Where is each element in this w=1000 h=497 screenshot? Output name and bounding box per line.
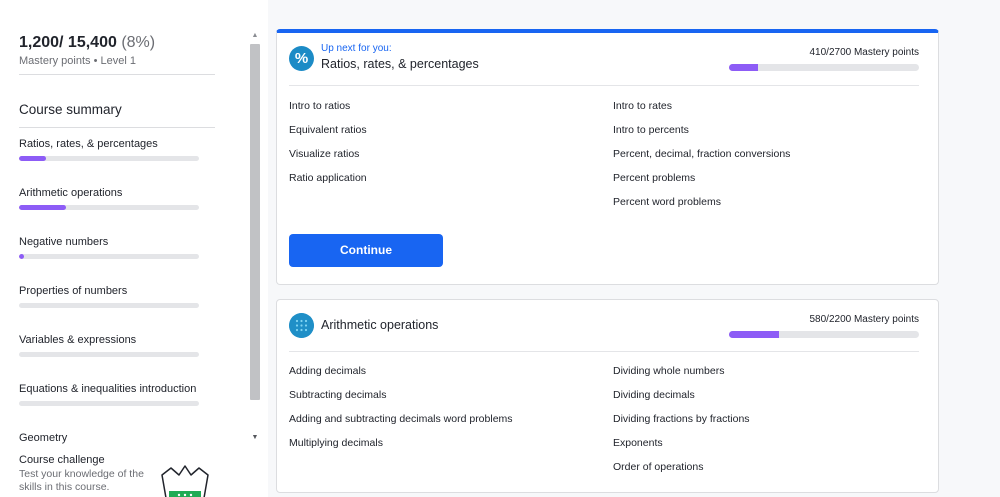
unit-card-arithmetic: Arithmetic operations 580/2200 Mastery p… bbox=[276, 299, 939, 493]
course-challenge[interactable]: Course challenge Test your knowledge of … bbox=[0, 446, 248, 497]
course-sidebar: 1,200/ 15,400 (8%) Mastery points • Leve… bbox=[0, 0, 268, 497]
sidebar-unit-progress-fill bbox=[19, 156, 46, 161]
continue-button[interactable]: Continue bbox=[289, 234, 443, 267]
lesson-list-left: Adding decimals Subtracting decimals Addin… bbox=[289, 365, 609, 461]
percent-icon: % bbox=[289, 46, 314, 71]
lesson-link[interactable]: Intro to rates bbox=[613, 100, 933, 124]
scroll-down-arrow-icon[interactable]: ▼ bbox=[251, 434, 259, 442]
sidebar-unit-item[interactable]: Properties of numbers bbox=[19, 285, 199, 334]
scrollbar-thumb[interactable] bbox=[250, 44, 260, 400]
course-summary-title[interactable]: Course summary bbox=[19, 102, 122, 117]
sidebar-unit-label: Geometry bbox=[19, 432, 68, 444]
sidebar-unit-label: Equations & inequalities introduction bbox=[19, 383, 197, 395]
mastery-points: 1,200/ 15,400 (8%) bbox=[19, 34, 215, 52]
sidebar-unit-label: Variables & expressions bbox=[19, 334, 137, 346]
lesson-link[interactable]: Intro to percents bbox=[613, 124, 933, 148]
lesson-link[interactable]: Ratio application bbox=[289, 172, 609, 196]
lesson-link[interactable]: Adding and subtracting decimals word pro… bbox=[289, 413, 609, 437]
lesson-link[interactable]: Equivalent ratios bbox=[289, 124, 609, 148]
mastery-points-label: 580/2200 Mastery points bbox=[809, 314, 919, 325]
lesson-link[interactable]: Exponents bbox=[613, 437, 933, 461]
lesson-link[interactable]: Dividing decimals bbox=[613, 389, 933, 413]
lesson-link[interactable]: Percent, decimal, fraction conversions bbox=[613, 148, 933, 172]
sidebar-unit-progress-fill bbox=[19, 205, 66, 210]
sidebar-unit-label: Arithmetic operations bbox=[19, 187, 123, 199]
crown-icon bbox=[161, 465, 209, 497]
lesson-list-left: Intro to ratios Equivalent ratios Visualiz… bbox=[289, 100, 609, 196]
sidebar-unit-item[interactable]: Ratios, rates, & percentages bbox=[19, 138, 199, 187]
sidebar-unit-progress-bar bbox=[19, 352, 199, 357]
unit-list: Ratios, rates, & percentages Arithmetic o… bbox=[19, 138, 199, 446]
arithmetic-icon bbox=[289, 313, 314, 338]
lesson-link[interactable]: Visualize ratios bbox=[289, 148, 609, 172]
unit-progress-bar bbox=[729, 64, 919, 71]
scroll-up-arrow-icon[interactable]: ▲ bbox=[251, 32, 259, 40]
sidebar-unit-progress-bar bbox=[19, 205, 199, 210]
divider bbox=[289, 351, 919, 352]
divider bbox=[19, 127, 215, 128]
lesson-link[interactable]: Dividing whole numbers bbox=[613, 365, 933, 389]
lesson-link[interactable]: Percent word problems bbox=[613, 196, 933, 220]
lesson-list-right: Dividing whole numbers Dividing decimals D… bbox=[613, 365, 933, 485]
unit-progress-fill bbox=[729, 64, 758, 71]
lesson-link[interactable]: Dividing fractions by fractions bbox=[613, 413, 933, 437]
lesson-link[interactable]: Multiplying decimals bbox=[289, 437, 609, 461]
sidebar-unit-label: Negative numbers bbox=[19, 236, 109, 248]
sidebar-unit-progress-bar bbox=[19, 254, 199, 259]
mastery-summary: 1,200/ 15,400 (8%) Mastery points • Leve… bbox=[19, 34, 215, 67]
mastery-points-value: 1,200/ 15,400 bbox=[19, 34, 117, 51]
mastery-percent: (8%) bbox=[121, 34, 156, 51]
sidebar-unit-label: Properties of numbers bbox=[19, 285, 128, 297]
lesson-link[interactable]: Adding decimals bbox=[289, 365, 609, 389]
sidebar-unit-item[interactable]: Negative numbers bbox=[19, 236, 199, 285]
course-challenge-title: Course challenge bbox=[19, 454, 105, 466]
sidebar-unit-progress-bar bbox=[19, 303, 199, 308]
lesson-link[interactable]: Intro to ratios bbox=[289, 100, 609, 124]
divider bbox=[289, 85, 919, 86]
unit-progress-bar bbox=[729, 331, 919, 338]
sidebar-unit-item[interactable]: Equations & inequalities introduction bbox=[19, 383, 199, 432]
sidebar-unit-item[interactable]: Arithmetic operations bbox=[19, 187, 199, 236]
sidebar-scroll-area[interactable]: 1,200/ 15,400 (8%) Mastery points • Leve… bbox=[0, 0, 248, 446]
unit-card-ratios: % Up next for you: Ratios, rates, & perc… bbox=[276, 29, 939, 285]
lesson-link[interactable]: Percent problems bbox=[613, 172, 933, 196]
sidebar-unit-progress-bar bbox=[19, 401, 199, 406]
mastery-points-label: 410/2700 Mastery points bbox=[809, 47, 919, 58]
sidebar-unit-progress-fill bbox=[19, 254, 25, 259]
sidebar-unit-item[interactable]: Geometry bbox=[19, 432, 199, 446]
up-next-label: Up next for you: bbox=[321, 43, 392, 54]
sidebar-scrollbar[interactable]: ▲ ▼ bbox=[248, 30, 262, 444]
unit-progress-fill bbox=[729, 331, 780, 338]
divider bbox=[19, 74, 215, 75]
lesson-link[interactable]: Order of operations bbox=[613, 461, 933, 485]
unit-title[interactable]: Arithmetic operations bbox=[321, 318, 438, 332]
lesson-link[interactable]: Subtracting decimals bbox=[289, 389, 609, 413]
unit-title[interactable]: Ratios, rates, & percentages bbox=[321, 57, 479, 71]
sidebar-unit-progress-bar bbox=[19, 156, 199, 161]
sidebar-unit-item[interactable]: Variables & expressions bbox=[19, 334, 199, 383]
lesson-list-right: Intro to rates Intro to percents Percent, … bbox=[613, 100, 933, 220]
sidebar-unit-label: Ratios, rates, & percentages bbox=[19, 138, 158, 150]
mastery-subtitle: Mastery points • Level 1 bbox=[19, 55, 136, 67]
course-challenge-text: Test your knowledge of the skills in thi… bbox=[19, 468, 144, 493]
